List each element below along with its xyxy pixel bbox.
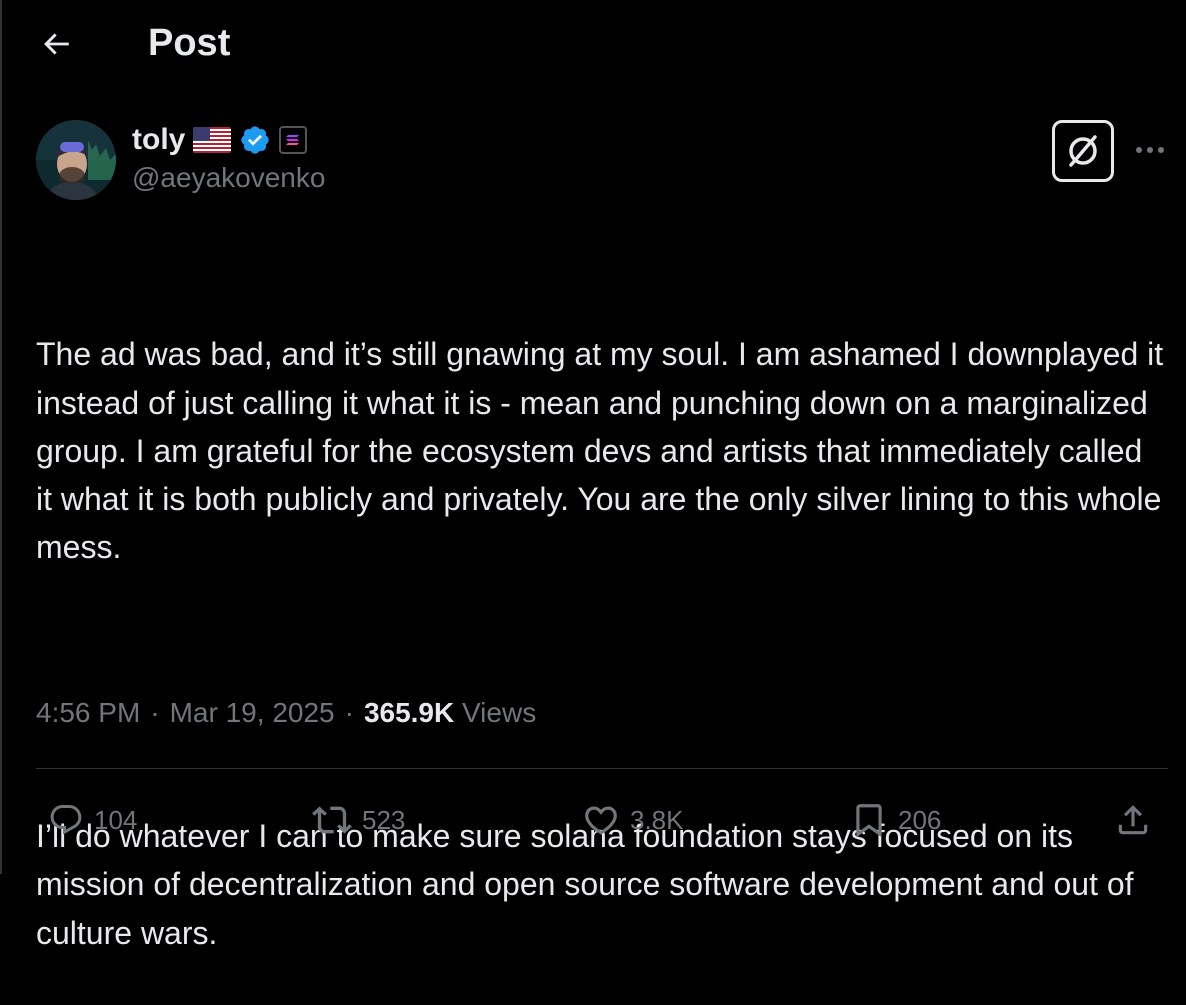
page-title: Post xyxy=(148,22,231,64)
header: Post xyxy=(0,0,1186,90)
post-time[interactable]: 4:56 PM xyxy=(36,697,140,729)
us-flag-icon xyxy=(193,127,232,153)
meta-separator: · xyxy=(150,697,160,728)
more-options-button[interactable] xyxy=(1128,130,1172,170)
repost-button[interactable]: 523 xyxy=(312,790,405,850)
share-icon xyxy=(1118,805,1148,835)
verified-badge-icon[interactable] xyxy=(239,124,271,156)
repost-icon xyxy=(312,806,352,834)
grok-icon xyxy=(1069,135,1097,167)
like-count: 3.8K xyxy=(630,804,684,835)
arrow-left-icon xyxy=(44,33,69,55)
reply-count: 104 xyxy=(94,804,138,835)
post-meta: 4:56 PM · Mar 19, 2025 · 365.9K Views xyxy=(36,697,536,729)
post-date[interactable]: Mar 19, 2025 xyxy=(170,697,335,729)
reply-icon xyxy=(50,805,82,835)
bookmark-count: 206 xyxy=(898,804,942,835)
views-count[interactable]: 365.9K xyxy=(364,697,454,728)
author-name-row: toly xyxy=(132,122,308,158)
share-button[interactable] xyxy=(1114,790,1152,850)
bookmark-button[interactable]: 206 xyxy=(850,790,941,850)
post-text: The ad was bad, and it’s still gnawing a… xyxy=(36,234,1166,1005)
back-button[interactable] xyxy=(32,20,80,68)
more-horizontal-icon xyxy=(1136,147,1164,153)
views-label: Views xyxy=(462,697,537,728)
heart-icon xyxy=(585,806,617,835)
avatar[interactable] xyxy=(36,120,116,200)
meta-separator: · xyxy=(344,697,354,728)
bookmark-icon xyxy=(856,804,882,838)
solana-affiliate-icon[interactable] xyxy=(279,126,308,154)
left-border xyxy=(0,0,2,874)
post-paragraph: The ad was bad, and it’s still gnawing a… xyxy=(36,336,1173,566)
divider xyxy=(36,768,1168,769)
author-handle[interactable]: @aeyakovenko xyxy=(132,162,325,194)
repost-count: 523 xyxy=(362,804,406,835)
author-display-name[interactable]: toly xyxy=(132,123,185,157)
grok-button[interactable] xyxy=(1052,120,1114,182)
action-bar: 104 523 3.8K 206 xyxy=(36,790,1168,850)
like-button[interactable]: 3.8K xyxy=(582,790,684,850)
reply-button[interactable]: 104 xyxy=(48,790,137,850)
